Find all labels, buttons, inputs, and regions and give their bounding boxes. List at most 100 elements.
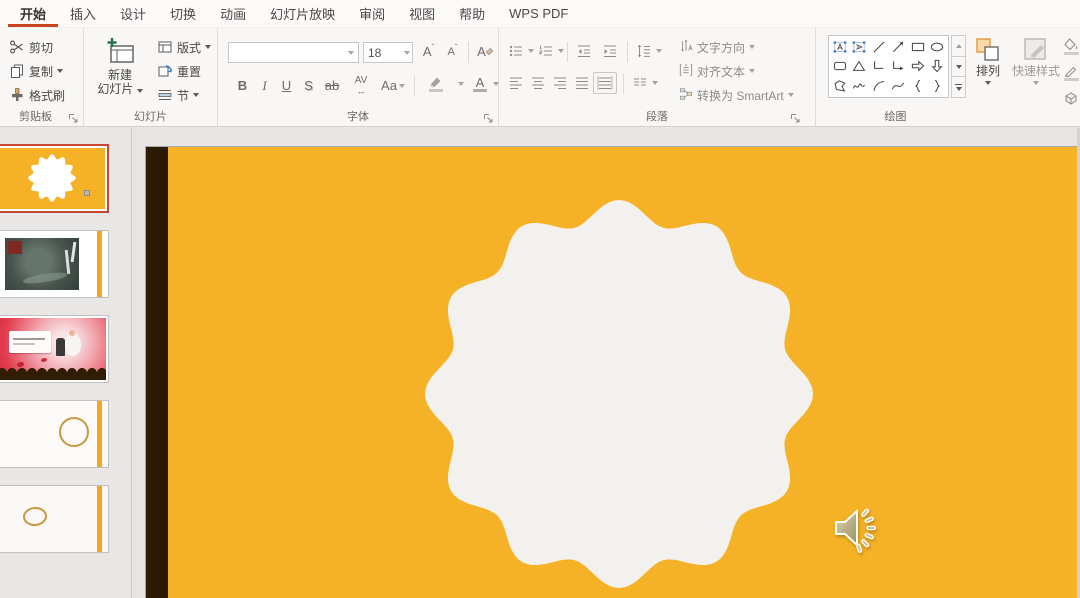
line-spacing-button[interactable] bbox=[633, 40, 663, 62]
copy-button[interactable]: 复制 bbox=[6, 60, 66, 82]
slide-thumbnail-panel[interactable] bbox=[0, 128, 132, 598]
tab-design[interactable]: 设计 bbox=[108, 0, 158, 27]
bullets-icon bbox=[508, 43, 524, 59]
rectangle-icon[interactable] bbox=[908, 37, 928, 57]
font-name-combo[interactable] bbox=[228, 42, 359, 63]
reset-label: 重置 bbox=[177, 63, 201, 80]
gallery-scroll-down-button[interactable] bbox=[951, 57, 966, 78]
change-case-button[interactable]: Aa bbox=[378, 74, 408, 97]
underline-button[interactable]: U bbox=[276, 74, 297, 97]
decrease-font-size-button[interactable]: Aˇ bbox=[442, 40, 463, 63]
elbow-connector-icon[interactable] bbox=[869, 57, 889, 77]
curve-icon[interactable] bbox=[889, 76, 909, 96]
format-painter-button[interactable]: 格式刷 bbox=[6, 84, 68, 106]
gold-oval-outline bbox=[22, 506, 47, 527]
gallery-more-button[interactable] bbox=[951, 77, 966, 98]
workspace bbox=[0, 128, 1080, 598]
caret-up-mark: ˆ bbox=[432, 43, 435, 52]
align-text-button[interactable]: 对齐文本 bbox=[679, 61, 755, 81]
scribble-icon[interactable] bbox=[850, 76, 870, 96]
ribbon: 剪切 复制 格式刷 剪贴板 新建 幻灯片 bbox=[0, 28, 1080, 127]
ribbon-tab-bar: 开始 插入 设计 切换 动画 幻灯片放映 审阅 视图 帮助 WPS PDF bbox=[0, 0, 1080, 28]
reset-button[interactable]: 重置 bbox=[154, 60, 204, 82]
arrange-button[interactable]: 排列 bbox=[968, 32, 1008, 120]
petal bbox=[17, 362, 24, 367]
chevron-down-icon[interactable] bbox=[345, 43, 358, 62]
align-right-button[interactable] bbox=[549, 72, 571, 94]
align-left-button[interactable] bbox=[505, 72, 527, 94]
highlight-color-button[interactable] bbox=[420, 72, 452, 95]
chevron-down-icon bbox=[57, 69, 63, 73]
cut-button[interactable]: 剪切 bbox=[6, 36, 56, 58]
section-button[interactable]: 节 bbox=[154, 84, 202, 106]
shape-fill-button[interactable] bbox=[1060, 34, 1080, 58]
align-center-button[interactable] bbox=[527, 72, 549, 94]
arc-icon[interactable] bbox=[869, 76, 889, 96]
bullets-button[interactable] bbox=[505, 40, 531, 62]
elbow-arrow-connector-icon[interactable] bbox=[889, 57, 909, 77]
gallery-scroll-up-button[interactable] bbox=[951, 35, 966, 57]
tab-insert[interactable]: 插入 bbox=[58, 0, 108, 27]
align-center-icon bbox=[530, 75, 546, 91]
bold-label: B bbox=[238, 78, 247, 93]
isosceles-triangle-icon[interactable] bbox=[850, 57, 870, 77]
italic-button[interactable]: I bbox=[254, 74, 275, 97]
character-spacing-button[interactable]: AV ↔ bbox=[346, 74, 376, 97]
tab-slideshow[interactable]: 幻灯片放映 bbox=[258, 0, 347, 27]
left-brace-icon[interactable] bbox=[908, 76, 928, 96]
right-brace-icon[interactable] bbox=[928, 76, 948, 96]
current-slide[interactable] bbox=[145, 146, 1077, 598]
font-color-button[interactable]: A bbox=[470, 72, 490, 95]
slide-thumbnail-1[interactable] bbox=[0, 144, 109, 213]
text-direction-button[interactable]: 文字方向 bbox=[679, 37, 755, 57]
strikethrough-button[interactable]: ab bbox=[320, 74, 344, 97]
line-icon[interactable] bbox=[869, 37, 889, 57]
tab-view[interactable]: 视图 bbox=[397, 0, 447, 27]
text-shadow-button[interactable]: S bbox=[298, 74, 319, 97]
tab-review[interactable]: 审阅 bbox=[347, 0, 397, 27]
tab-wps-pdf[interactable]: WPS PDF bbox=[497, 0, 580, 27]
font-dialog-launcher[interactable] bbox=[483, 111, 494, 122]
down-arrow-icon[interactable] bbox=[928, 57, 948, 77]
numbering-button[interactable] bbox=[535, 40, 561, 62]
slide-thumbnail-4[interactable] bbox=[0, 400, 109, 468]
new-slide-button[interactable]: 新建 幻灯片 bbox=[90, 32, 150, 120]
bold-button[interactable]: B bbox=[232, 74, 253, 97]
chevron-down-icon[interactable] bbox=[401, 43, 412, 62]
scalloped-circle-shape[interactable] bbox=[146, 147, 1078, 598]
right-arrow-icon[interactable] bbox=[908, 57, 928, 77]
layout-button[interactable]: 版式 bbox=[154, 36, 214, 58]
oval-icon[interactable] bbox=[928, 37, 948, 57]
chevron-down-icon[interactable] bbox=[458, 82, 464, 86]
slide-thumbnail-3[interactable] bbox=[0, 315, 109, 383]
clipboard-dialog-launcher[interactable] bbox=[68, 111, 79, 122]
tab-animations[interactable]: 动画 bbox=[208, 0, 258, 27]
shape-effects-button[interactable] bbox=[1060, 86, 1080, 110]
columns-button[interactable] bbox=[629, 72, 659, 94]
decrease-indent-button[interactable] bbox=[573, 40, 595, 62]
clear-formatting-button[interactable]: A bbox=[473, 40, 499, 63]
convert-smartart-button[interactable]: 转换为 SmartArt bbox=[679, 85, 794, 105]
arrow-icon[interactable] bbox=[889, 37, 909, 57]
font-name-input[interactable] bbox=[229, 43, 345, 62]
slide-thumbnail-2[interactable] bbox=[0, 230, 109, 298]
rounded-rectangle-icon[interactable] bbox=[830, 57, 850, 77]
align-justify-button[interactable] bbox=[571, 72, 593, 94]
tab-transitions[interactable]: 切换 bbox=[158, 0, 208, 27]
audio-object[interactable] bbox=[832, 503, 884, 555]
textbox-vertical-icon[interactable] bbox=[850, 37, 870, 57]
quick-styles-button[interactable]: 快速样式 bbox=[1010, 32, 1062, 120]
increase-font-size-button[interactable]: Aˆ bbox=[418, 40, 439, 63]
font-size-combo[interactable] bbox=[363, 42, 413, 63]
slide-thumbnail-5[interactable] bbox=[0, 485, 109, 553]
textbox-horizontal-icon[interactable] bbox=[830, 37, 850, 57]
tab-home[interactable]: 开始 bbox=[8, 0, 58, 27]
slide-canvas-area[interactable] bbox=[133, 128, 1080, 598]
tab-help[interactable]: 帮助 bbox=[447, 0, 497, 27]
shape-outline-button[interactable] bbox=[1060, 60, 1080, 84]
section-label: 节 bbox=[177, 87, 189, 104]
distribute-text-button[interactable] bbox=[593, 72, 617, 94]
font-size-input[interactable] bbox=[364, 43, 401, 62]
freeform-shape-icon[interactable] bbox=[830, 76, 850, 96]
increase-indent-button[interactable] bbox=[599, 40, 621, 62]
